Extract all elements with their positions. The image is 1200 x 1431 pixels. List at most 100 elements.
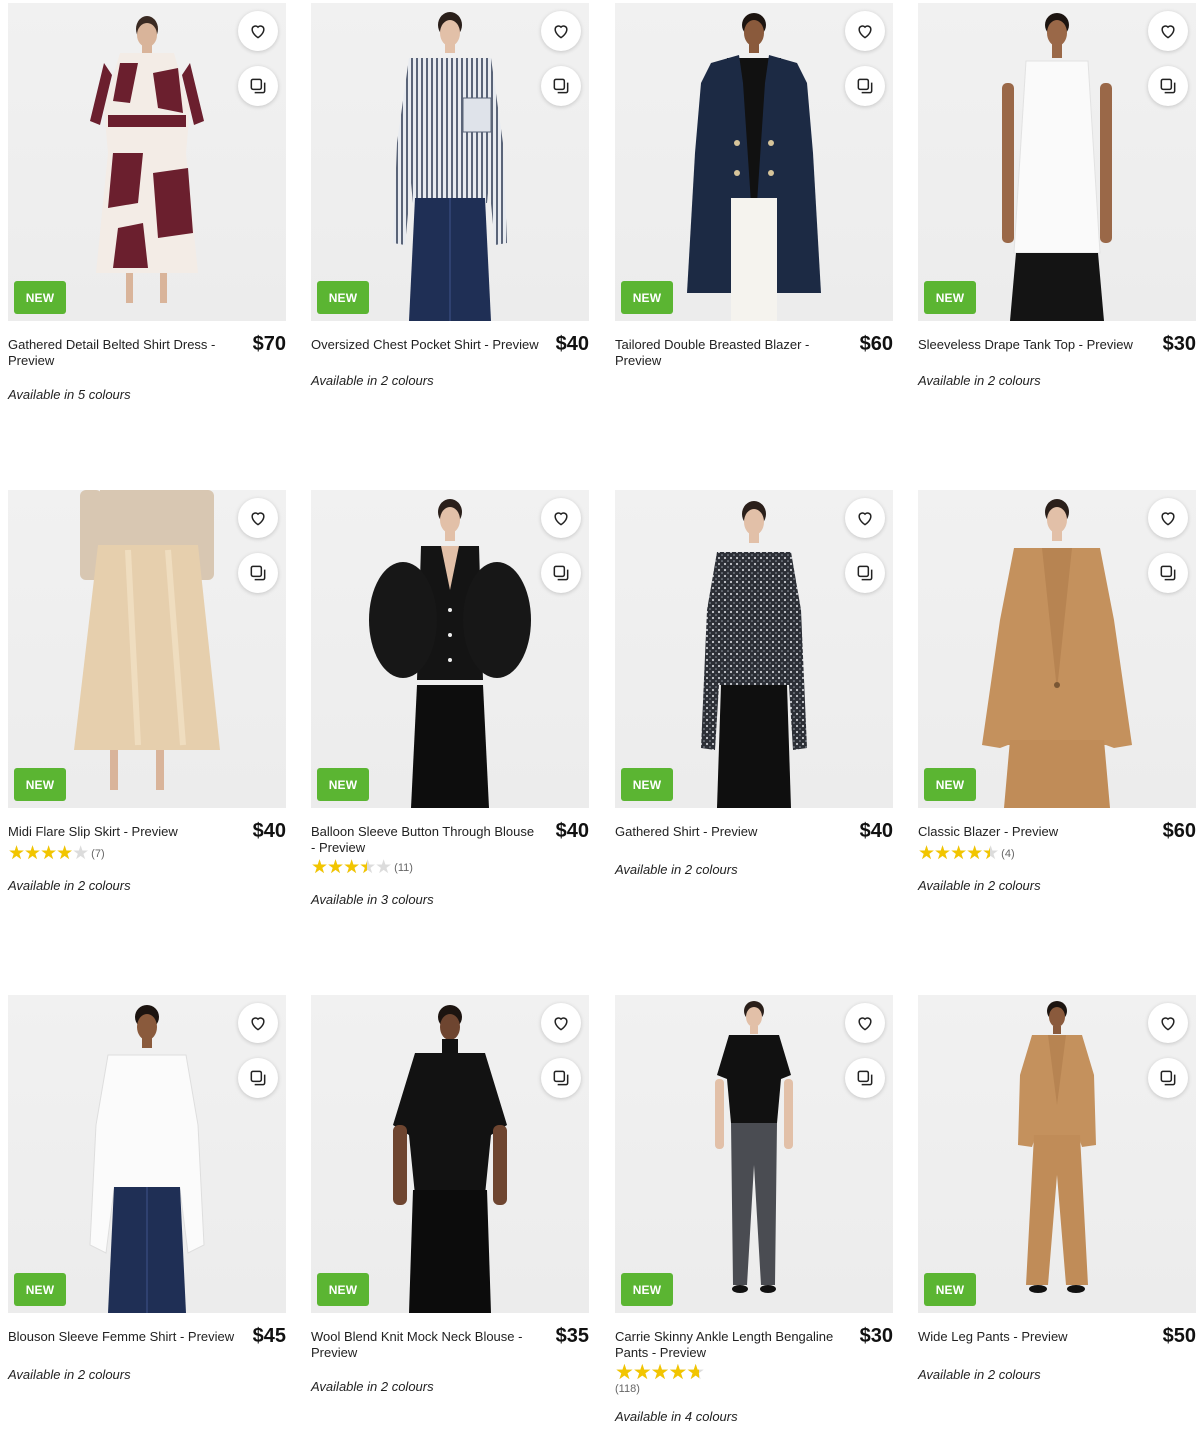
product-card[interactable]: NEW Wide Leg Pants - Preview $50 Availab… [918, 995, 1196, 1382]
product-image[interactable]: NEW [918, 3, 1196, 321]
star-rating: ★★★★★★★★★★ [311, 857, 392, 878]
heart-icon [251, 1017, 265, 1031]
product-price: $30 [859, 1325, 893, 1347]
product-image[interactable]: NEW [311, 3, 589, 321]
compare-icon [250, 78, 266, 94]
compare-button[interactable] [1148, 1058, 1188, 1098]
heart-icon [554, 512, 568, 526]
rating[interactable]: ★★★★★★★★★★ (11) [311, 857, 589, 878]
product-image[interactable]: NEW [311, 490, 589, 808]
wishlist-button[interactable] [238, 1003, 278, 1043]
product-title[interactable]: Balloon Sleeve Button Through Blouse - P… [311, 824, 539, 856]
product-card[interactable]: NEW Midi Flare Slip Skirt - Preview $40 … [8, 490, 286, 893]
product-title[interactable]: Blouson Sleeve Femme Shirt - Preview [8, 1329, 236, 1345]
wishlist-button[interactable] [541, 11, 581, 51]
compare-icon [857, 565, 873, 581]
model-photo [89, 1005, 205, 1313]
available-colours: Available in 2 colours [918, 878, 1041, 893]
new-badge: NEW [621, 1273, 673, 1306]
compare-button[interactable] [238, 553, 278, 593]
heart-icon [251, 512, 265, 526]
product-card[interactable]: NEW Balloon Sleeve Button Through Blouse… [311, 490, 589, 907]
new-badge: NEW [924, 281, 976, 314]
product-card[interactable]: NEW Oversized Chest Pocket Shirt - Previ… [311, 3, 589, 388]
heart-icon [858, 25, 872, 39]
rating[interactable]: ★★★★★★★★★★ (4) [918, 844, 1196, 863]
product-image[interactable]: NEW [8, 490, 286, 808]
product-image[interactable]: NEW [8, 3, 286, 321]
compare-button[interactable] [541, 1058, 581, 1098]
compare-icon [857, 78, 873, 94]
compare-button[interactable] [238, 1058, 278, 1098]
product-title[interactable]: Wool Blend Knit Mock Neck Blouse - Previ… [311, 1329, 539, 1361]
compare-icon [553, 565, 569, 581]
heart-icon [1161, 1017, 1175, 1031]
product-price: $45 [252, 1325, 286, 1347]
model-photo [90, 16, 204, 303]
heart-icon [858, 512, 872, 526]
product-image[interactable]: NEW [615, 995, 893, 1313]
product-title[interactable]: Oversized Chest Pocket Shirt - Preview [311, 337, 539, 353]
product-card[interactable]: NEW Blouson Sleeve Femme Shirt - Preview… [8, 995, 286, 1382]
product-title[interactable]: Classic Blazer - Preview [918, 824, 1146, 840]
product-image[interactable]: NEW [918, 995, 1196, 1313]
compare-button[interactable] [238, 66, 278, 106]
product-title[interactable]: Wide Leg Pants - Preview [918, 1329, 1146, 1345]
product-price: $40 [859, 820, 893, 842]
wishlist-button[interactable] [1148, 11, 1188, 51]
product-image[interactable]: NEW [311, 995, 589, 1313]
product-title[interactable]: Sleeveless Drape Tank Top - Preview [918, 337, 1146, 353]
wishlist-button[interactable] [238, 498, 278, 538]
new-badge: NEW [317, 281, 369, 314]
wishlist-button[interactable] [1148, 498, 1188, 538]
compare-icon [553, 78, 569, 94]
wishlist-button[interactable] [541, 498, 581, 538]
available-colours: Available in 2 colours [8, 1367, 131, 1382]
model-photo [982, 499, 1132, 808]
product-card[interactable]: NEW Classic Blazer - Preview $60 ★★★★★ ★★… [918, 490, 1196, 893]
product-image[interactable]: NEW [918, 490, 1196, 808]
product-price: $40 [555, 820, 589, 842]
compare-button[interactable] [541, 553, 581, 593]
product-price: $30 [1162, 333, 1196, 355]
wishlist-button[interactable] [845, 11, 885, 51]
star-rating: ★★★★★★★★★★ [8, 843, 89, 864]
product-card[interactable]: NEW Wool Blend Knit Mock Neck Blouse - P… [311, 995, 589, 1394]
review-count: (7) [91, 848, 105, 860]
rating[interactable]: ★★★★★★★★★★ (7) [8, 843, 286, 864]
product-image[interactable]: NEW [615, 3, 893, 321]
product-image[interactable]: NEW [615, 490, 893, 808]
available-colours: Available in 2 colours [918, 1367, 1041, 1382]
wishlist-button[interactable] [1148, 1003, 1188, 1043]
product-card[interactable]: NEW Gathered Shirt - Preview $40 Availab… [615, 490, 893, 877]
model-photo [1018, 1001, 1096, 1293]
product-title[interactable]: Gathered Detail Belted Shirt Dress - Pre… [8, 337, 236, 369]
compare-button[interactable] [845, 66, 885, 106]
compare-button[interactable] [845, 553, 885, 593]
compare-button[interactable] [541, 66, 581, 106]
product-image[interactable]: NEW [8, 995, 286, 1313]
compare-button[interactable] [1148, 553, 1188, 593]
product-title[interactable]: Midi Flare Slip Skirt - Preview [8, 824, 236, 840]
wishlist-button[interactable] [238, 11, 278, 51]
product-title[interactable]: Carrie Skinny Ankle Length Bengaline Pan… [615, 1329, 843, 1361]
product-title[interactable]: Tailored Double Breasted Blazer - Previe… [615, 337, 843, 369]
wishlist-button[interactable] [541, 1003, 581, 1043]
model-photo [687, 13, 821, 321]
product-title[interactable]: Gathered Shirt - Preview [615, 824, 843, 840]
compare-icon [857, 1070, 873, 1086]
compare-button[interactable] [845, 1058, 885, 1098]
wishlist-button[interactable] [845, 498, 885, 538]
product-card[interactable]: NEW Sleeveless Drape Tank Top - Preview … [918, 3, 1196, 388]
compare-icon [1160, 78, 1176, 94]
rating[interactable]: ★★★★★ ★★★★★ (118) [615, 1362, 893, 1395]
product-card[interactable]: NEW Carrie Skinny Ankle Length Bengaline… [615, 995, 893, 1424]
new-badge: NEW [14, 281, 66, 314]
product-card[interactable]: NEW Tailored Double Breasted Blazer - Pr… [615, 3, 893, 369]
available-colours: Available in 2 colours [615, 862, 738, 877]
product-card[interactable]: NEW Gathered Detail Belted Shirt Dress -… [8, 3, 286, 402]
new-badge: NEW [14, 1273, 66, 1306]
wishlist-button[interactable] [845, 1003, 885, 1043]
compare-button[interactable] [1148, 66, 1188, 106]
review-count: (11) [394, 862, 413, 874]
